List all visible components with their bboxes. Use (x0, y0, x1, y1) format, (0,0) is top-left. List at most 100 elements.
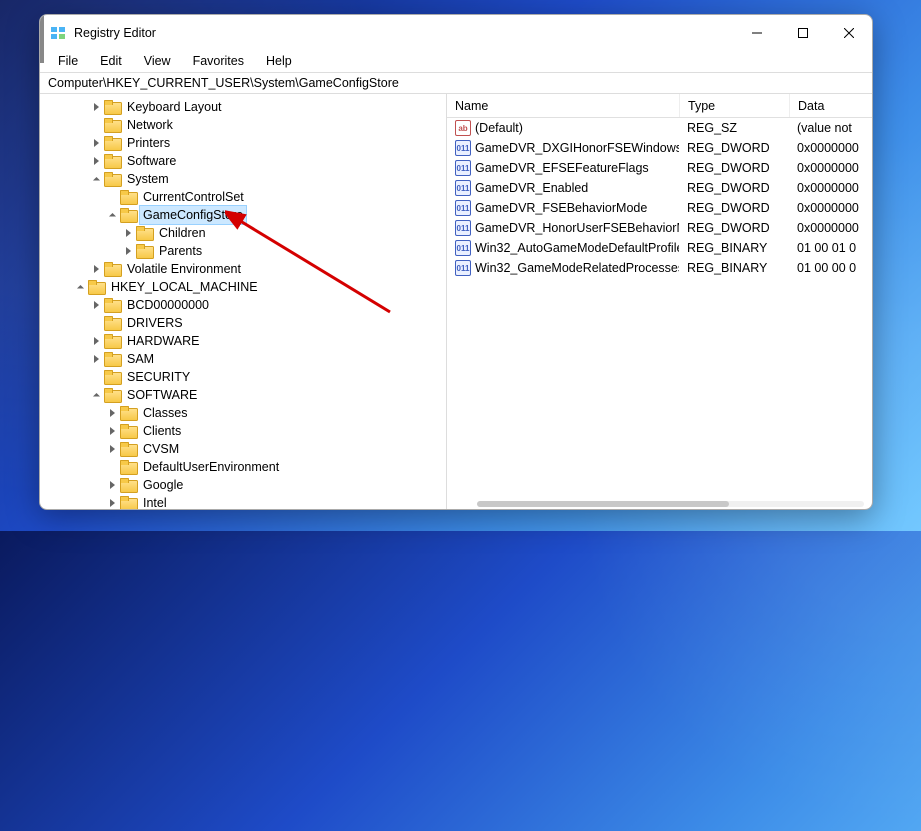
list-row[interactable]: 011Win32_AutoGameModeDefaultProfileREG_B… (447, 238, 872, 258)
address-bar[interactable]: Computer\HKEY_CURRENT_USER\System\GameCo… (40, 72, 872, 94)
tree-item-label: Intel (140, 494, 170, 509)
minimize-button[interactable] (734, 15, 780, 50)
tree-item[interactable]: ····Intel (40, 494, 446, 509)
list-row[interactable]: ab(Default)REG_SZ(value not (447, 118, 872, 138)
folder-icon (136, 244, 152, 258)
scrollbar-thumb[interactable] (477, 501, 729, 507)
chevron-right-icon[interactable] (88, 301, 104, 309)
list-row[interactable]: 011GameDVR_FSEBehaviorModeREG_DWORD0x000… (447, 198, 872, 218)
chevron-down-icon[interactable] (104, 212, 120, 219)
tree-item-label: HARDWARE (124, 332, 202, 350)
folder-icon (88, 280, 104, 294)
chevron-right-icon[interactable] (104, 409, 120, 417)
folder-icon (104, 352, 120, 366)
tree-item[interactable]: ····Classes (40, 404, 446, 422)
chevron-right-icon[interactable] (88, 337, 104, 345)
registry-editor-window: Registry Editor File Edit View Favorites… (39, 14, 873, 510)
menu-view[interactable]: View (134, 52, 181, 70)
tree-item[interactable]: ····CVSM (40, 440, 446, 458)
folder-icon (120, 442, 136, 456)
tree-item[interactable]: ··HKEY_LOCAL_MACHINE (40, 278, 446, 296)
tree-item[interactable]: ····Clients (40, 422, 446, 440)
horizontal-scrollbar[interactable] (477, 501, 864, 507)
value-data: 0x0000000 (789, 161, 872, 175)
tree-item-label: CurrentControlSet (140, 188, 247, 206)
binary-value-icon: 011 (455, 220, 471, 236)
list-row[interactable]: 011GameDVR_HonorUserFSEBehaviorM...REG_D… (447, 218, 872, 238)
tree-item[interactable]: ···Software (40, 152, 446, 170)
folder-icon (104, 388, 120, 402)
list-body: ab(Default)REG_SZ(value not011GameDVR_DX… (447, 118, 872, 509)
tree-item[interactable]: ···System (40, 170, 446, 188)
tree-item[interactable]: ····Network (40, 116, 446, 134)
maximize-button[interactable] (780, 15, 826, 50)
tree-item-label: Printers (124, 134, 173, 152)
chevron-right-icon[interactable] (104, 427, 120, 435)
menu-favorites[interactable]: Favorites (183, 52, 254, 70)
chevron-down-icon[interactable] (88, 176, 104, 183)
tree-item[interactable]: ·····DefaultUserEnvironment (40, 458, 446, 476)
value-type: REG_SZ (679, 121, 789, 135)
tree-item[interactable]: ····Google (40, 476, 446, 494)
tree-item[interactable]: ····GameConfigStore (40, 206, 446, 224)
chevron-right-icon[interactable] (120, 247, 136, 255)
tree-item-label: Network (124, 116, 176, 134)
tree-item[interactable]: ···BCD00000000 (40, 296, 446, 314)
folder-icon (104, 316, 120, 330)
chevron-down-icon[interactable] (72, 284, 88, 291)
chevron-right-icon[interactable] (88, 103, 104, 111)
menu-help[interactable]: Help (256, 52, 302, 70)
list-row[interactable]: 011GameDVR_EFSEFeatureFlagsREG_DWORD0x00… (447, 158, 872, 178)
chevron-right-icon[interactable] (88, 355, 104, 363)
chevron-right-icon[interactable] (88, 157, 104, 165)
list-pane[interactable]: Name Type Data ab(Default)REG_SZ(value n… (447, 94, 872, 509)
close-button[interactable] (826, 15, 872, 50)
tree-item[interactable]: ···Volatile Environment (40, 260, 446, 278)
value-type: REG_DWORD (679, 161, 789, 175)
chevron-right-icon[interactable] (120, 229, 136, 237)
value-data: 01 00 00 0 (789, 261, 872, 275)
chevron-right-icon[interactable] (104, 445, 120, 453)
tree-item[interactable]: ···SOFTWARE (40, 386, 446, 404)
tree-item[interactable]: ·····CurrentControlSet (40, 188, 446, 206)
content: ···Keyboard Layout····Network···Printers… (40, 94, 872, 509)
chevron-right-icon[interactable] (104, 481, 120, 489)
list-row[interactable]: 011GameDVR_EnabledREG_DWORD0x0000000 (447, 178, 872, 198)
chevron-down-icon[interactable] (88, 392, 104, 399)
value-name: GameDVR_FSEBehaviorMode (475, 201, 647, 215)
chevron-right-icon[interactable] (104, 499, 120, 507)
menu-file[interactable]: File (48, 52, 88, 70)
folder-icon (104, 370, 120, 384)
titlebar[interactable]: Registry Editor (40, 15, 872, 50)
tree-item[interactable]: ·····Parents (40, 242, 446, 260)
list-row[interactable]: 011Win32_GameModeRelatedProcessesREG_BIN… (447, 258, 872, 278)
tree-item-label: HKEY_LOCAL_MACHINE (108, 278, 261, 296)
column-header-type[interactable]: Type (679, 94, 789, 117)
binary-value-icon: 011 (455, 200, 471, 216)
tree-item-label: GameConfigStore (140, 206, 246, 224)
folder-icon (104, 262, 120, 276)
tree-item[interactable]: ·····Children (40, 224, 446, 242)
tree-item[interactable]: ···Printers (40, 134, 446, 152)
value-name: GameDVR_DXGIHonorFSEWindowsC... (475, 141, 679, 155)
tree-item-label: Google (140, 476, 186, 494)
tree-item-label: SOFTWARE (124, 386, 200, 404)
chevron-right-icon[interactable] (88, 139, 104, 147)
tree-item[interactable]: ···SAM (40, 350, 446, 368)
folder-icon (120, 424, 136, 438)
value-data: 0x0000000 (789, 221, 872, 235)
folder-icon (104, 100, 120, 114)
column-header-data[interactable]: Data (789, 94, 872, 117)
tree-item[interactable]: ···Keyboard Layout (40, 98, 446, 116)
value-type: REG_BINARY (679, 261, 789, 275)
list-row[interactable]: 011GameDVR_DXGIHonorFSEWindowsC...REG_DW… (447, 138, 872, 158)
tree-item-label: Classes (140, 404, 190, 422)
tree-pane[interactable]: ···Keyboard Layout····Network···Printers… (40, 94, 447, 509)
column-header-name[interactable]: Name (447, 99, 679, 113)
chevron-right-icon[interactable] (88, 265, 104, 273)
tree-item[interactable]: ···HARDWARE (40, 332, 446, 350)
tree-item[interactable]: ····DRIVERS (40, 314, 446, 332)
tree-item[interactable]: ····SECURITY (40, 368, 446, 386)
value-name: GameDVR_EFSEFeatureFlags (475, 161, 649, 175)
menu-edit[interactable]: Edit (90, 52, 132, 70)
